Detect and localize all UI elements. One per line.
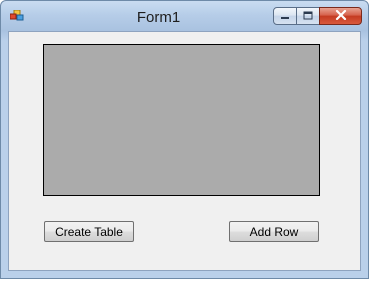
form-client-area: Create Table Add Row	[8, 31, 361, 271]
add-row-button[interactable]: Add Row	[229, 221, 319, 242]
form-window: Form1 Create Table Add Row	[0, 0, 369, 279]
close-icon	[335, 7, 347, 25]
minimize-button[interactable]	[273, 7, 297, 25]
maximize-icon	[303, 7, 313, 25]
minimize-icon	[280, 7, 290, 25]
table-panel	[43, 44, 320, 196]
caption-buttons	[273, 7, 362, 27]
create-table-button[interactable]: Create Table	[44, 221, 134, 242]
close-button[interactable]	[319, 7, 362, 25]
maximize-button[interactable]	[296, 7, 320, 25]
title-bar[interactable]: Form1	[1, 1, 368, 31]
